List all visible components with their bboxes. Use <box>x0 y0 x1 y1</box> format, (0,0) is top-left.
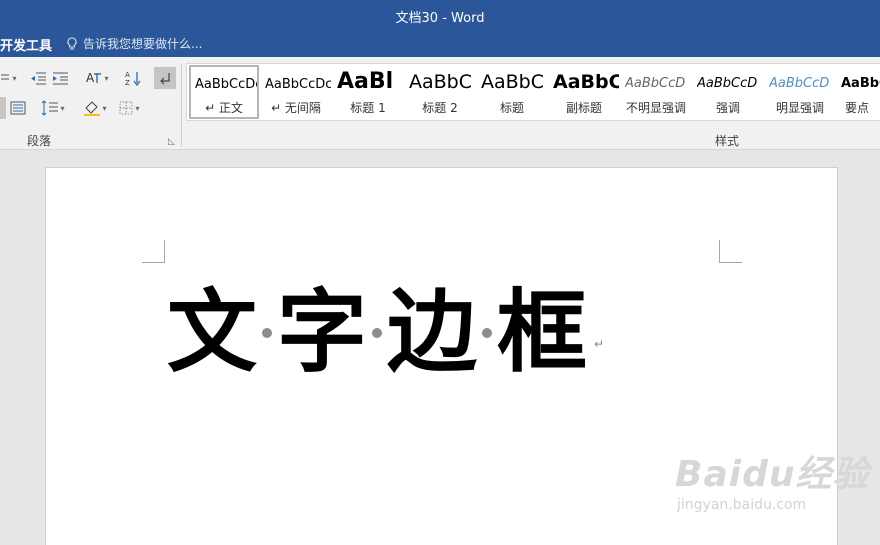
style-heading-2[interactable]: AaBbC 标题 2 <box>405 65 475 119</box>
decrease-indent-icon <box>30 72 46 85</box>
space-mark <box>372 328 382 338</box>
line-spacing-button[interactable]: ▾ <box>38 97 68 119</box>
ribbon: ▾ A ▾ AZ ▾ ▾ ▾ 段落 ◺ AaBbCcDc ↵ 正文 AaBbCcD… <box>0 57 880 150</box>
chevron-down-icon: ▾ <box>60 103 65 113</box>
style-label: 标题 2 <box>422 101 458 115</box>
style-intense-emphasis[interactable]: AaBbCcD 明显强调 <box>765 65 835 119</box>
show-marks-icon <box>160 73 170 85</box>
group-divider <box>181 63 182 147</box>
style-no-spacing[interactable]: AaBbCcDc ↵ 无间隔 <box>261 65 331 119</box>
bullets-button[interactable]: ▾ <box>0 67 18 89</box>
style-preview: AaBbC <box>553 71 619 93</box>
style-preview: AaBbC <box>409 71 473 93</box>
chevron-down-icon: ▾ <box>12 73 17 83</box>
style-label: 明显强调 <box>775 101 824 115</box>
style-heading-1[interactable]: AaBl 标题 1 <box>333 65 403 119</box>
tell-me-placeholder: 告诉我您想要做什么... <box>83 37 203 51</box>
styles-group-label: 样式 <box>715 134 740 148</box>
window-title: 文档30 - Word <box>395 11 485 26</box>
ribbon-tab-bar: 开发工具 告诉我您想要做什么... <box>0 31 880 57</box>
distributed-align-icon <box>10 101 26 115</box>
document-text-line[interactable]: 文 字 边 框 ↵ <box>166 283 604 383</box>
sort-icon: AZ <box>125 71 141 86</box>
borders-icon <box>119 101 133 115</box>
tab-developer[interactable]: 开发工具 <box>0 35 52 54</box>
style-preview: AaBbCcD <box>769 76 830 91</box>
chinese-layout-button[interactable]: A ▾ <box>82 67 112 89</box>
style-strong[interactable]: AaBbCc 要点 <box>837 65 880 119</box>
sort-button[interactable]: AZ <box>122 67 144 89</box>
style-preview: AaBbCcDc <box>195 77 257 92</box>
title-bar: 文档30 - Word <box>0 0 880 31</box>
style-label: ↵ 无间隔 <box>271 101 321 115</box>
decrease-indent-button[interactable] <box>28 67 48 89</box>
shading-button[interactable]: ▾ <box>80 97 110 119</box>
lightbulb-icon <box>67 36 77 50</box>
document-character[interactable]: 边 <box>386 288 478 378</box>
style-label: 标题 1 <box>350 101 386 115</box>
distributed-align-button[interactable] <box>0 97 6 119</box>
style-preview: AaBbCcDc <box>265 77 331 92</box>
document-character[interactable]: 框 <box>496 288 588 378</box>
margin-corner-mark <box>142 240 165 263</box>
document-page[interactable]: 文 字 边 框 ↵ <box>45 167 838 545</box>
line-spacing-icon <box>42 100 59 116</box>
bullets-icon <box>1 74 10 80</box>
paragraph-group-label: 段落 <box>27 134 52 148</box>
styles-gallery: AaBbCcDc ↵ 正文 AaBbCcDc ↵ 无间隔 AaBl 标题 1 A… <box>186 63 880 121</box>
style-subtitle[interactable]: AaBbC 副标题 <box>549 65 619 119</box>
chevron-down-icon: ▾ <box>102 103 107 113</box>
chinese-layout-icon: A <box>86 71 102 85</box>
document-character[interactable]: 文 <box>166 288 258 378</box>
style-label: ↵ 正文 <box>205 101 243 115</box>
chevron-down-icon: ▾ <box>135 103 140 113</box>
shading-icon <box>84 101 101 116</box>
space-mark <box>482 328 492 338</box>
svg-text:A: A <box>125 71 130 79</box>
style-preview: AaBbCcD <box>697 76 758 91</box>
dialog-launcher-icon[interactable]: ◺ <box>168 137 175 147</box>
style-preview: AaBl <box>337 69 394 94</box>
increase-indent-button[interactable] <box>50 67 70 89</box>
svg-text:Z: Z <box>125 79 130 86</box>
style-preview: AaBbCcD <box>625 76 686 91</box>
chevron-down-icon: ▾ <box>104 73 109 83</box>
margin-corner-mark <box>719 240 742 263</box>
style-emphasis[interactable]: AaBbCcD 强调 <box>693 65 763 119</box>
style-preview: AaBbCc <box>841 76 880 91</box>
justify-distributed-button[interactable] <box>8 97 28 119</box>
style-title[interactable]: AaBbC 标题 <box>477 65 547 119</box>
space-mark <box>262 328 272 338</box>
style-subtle-emphasis[interactable]: AaBbCcD 不明显强调 <box>621 65 691 119</box>
style-label: 副标题 <box>565 101 602 115</box>
show-marks-button[interactable] <box>154 67 176 89</box>
document-character[interactable]: 字 <box>276 288 368 378</box>
borders-button[interactable]: ▾ <box>114 97 144 119</box>
svg-text:A: A <box>86 71 95 85</box>
paragraph-mark: ↵ <box>594 337 605 351</box>
tell-me-search[interactable]: 告诉我您想要做什么... <box>66 35 202 52</box>
style-label: 强调 <box>715 101 740 115</box>
style-label: 要点 <box>845 101 870 115</box>
document-canvas: 文 字 边 框 ↵ <box>0 150 880 545</box>
style-normal[interactable]: AaBbCcDc ↵ 正文 <box>189 65 259 119</box>
increase-indent-icon <box>52 72 68 85</box>
style-label: 标题 <box>499 101 524 115</box>
style-preview: AaBbC <box>481 71 545 93</box>
style-label: 不明显强调 <box>625 101 686 115</box>
